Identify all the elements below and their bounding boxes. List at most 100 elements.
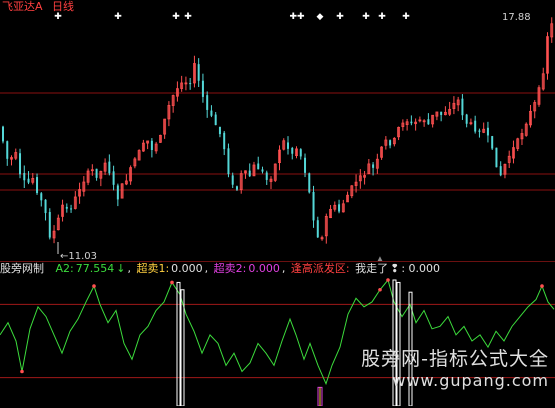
candle-body <box>65 206 68 209</box>
candle <box>341 199 345 213</box>
peak-dot-icon <box>170 280 174 285</box>
candle <box>495 147 498 168</box>
candle <box>36 173 39 195</box>
candle <box>456 96 460 112</box>
candle-body <box>474 120 477 132</box>
candle <box>206 91 209 118</box>
candle-body <box>206 95 209 110</box>
candle <box>124 174 128 186</box>
candle-body <box>461 98 464 116</box>
candle <box>137 149 141 161</box>
candle <box>363 170 366 185</box>
candle-body <box>223 132 226 150</box>
candle <box>512 140 515 164</box>
candle <box>392 137 396 147</box>
candle-body <box>112 171 115 185</box>
candle <box>214 112 217 126</box>
candle <box>452 96 456 115</box>
candle <box>248 163 251 178</box>
top-marker-icon: ✚ <box>402 12 410 22</box>
candle <box>401 119 405 131</box>
candle <box>210 105 213 118</box>
candle <box>120 183 124 199</box>
candle-body <box>40 193 43 201</box>
candle <box>82 176 86 197</box>
candle <box>320 235 324 241</box>
candle <box>70 204 73 213</box>
candle <box>358 169 362 189</box>
candle-body <box>23 172 26 181</box>
candle <box>257 156 260 170</box>
candle <box>299 148 302 160</box>
candle-body <box>338 204 341 212</box>
candle <box>14 148 18 161</box>
candle <box>78 182 81 204</box>
candle-body <box>95 168 98 178</box>
candle-body <box>257 163 260 170</box>
candle <box>546 32 549 80</box>
candle <box>133 157 137 169</box>
candle <box>389 139 392 149</box>
candle <box>184 76 188 91</box>
candle-body <box>316 220 319 238</box>
candle <box>486 121 489 143</box>
top-marker-icon: ✚ <box>336 12 344 22</box>
candle <box>167 101 171 127</box>
candle-body <box>6 141 9 159</box>
top-marker-icon: ✚✚ <box>289 12 305 22</box>
zou-icon: ❢ <box>390 262 400 275</box>
a2-label: A2: <box>55 262 74 275</box>
candle <box>418 116 422 123</box>
candle <box>48 208 51 240</box>
candle-body <box>372 164 375 168</box>
indicator-name[interactable]: 股旁网制 <box>0 262 44 275</box>
candle-body <box>486 127 489 136</box>
chaomai2-label: 超卖2: <box>213 262 247 275</box>
candle <box>503 163 507 179</box>
candle <box>244 170 247 179</box>
candle <box>524 122 528 137</box>
chaomai2-value: 0.000 <box>248 262 280 275</box>
candle <box>6 140 9 166</box>
candle-body <box>291 147 294 154</box>
candle <box>31 173 35 185</box>
candle <box>507 150 511 168</box>
candle <box>180 75 184 92</box>
candle <box>103 158 107 175</box>
watermark-url: www.gupang.com <box>392 371 549 390</box>
candle <box>56 214 60 231</box>
candle <box>223 130 226 156</box>
candle <box>269 176 273 190</box>
candle-body <box>312 191 315 221</box>
candle <box>550 17 554 43</box>
candle-body <box>261 169 264 172</box>
candle <box>52 225 56 244</box>
candlestick-chart[interactable]: ✚ ✚ ✚ ✚ ✚✚ ◆ ✚ ✚ ✚ ✚▲ <box>0 0 555 262</box>
candle-body <box>478 130 481 132</box>
candle <box>338 199 341 214</box>
candle <box>261 166 264 174</box>
candle <box>252 161 256 177</box>
candle-body <box>465 114 468 124</box>
candle <box>491 135 494 150</box>
candle <box>482 122 486 134</box>
chart-window[interactable]: ✚ ✚ ✚ ✚ ✚✚ ◆ ✚ ✚ ✚ ✚ ▲ 飞亚达A 日线 17.88 ←11.03 股旁网制 A… <box>0 0 555 408</box>
candle <box>154 141 158 154</box>
chart-title: 飞亚达A 日线 <box>2 0 74 13</box>
candle-body <box>218 126 221 135</box>
candle <box>333 201 337 212</box>
candle-body <box>44 199 47 214</box>
candle-body <box>19 153 22 175</box>
top-marker-icon: ✚ <box>54 12 62 22</box>
candle-body <box>48 212 51 238</box>
candle <box>474 115 477 134</box>
candle <box>95 168 98 181</box>
candle-body <box>189 83 192 85</box>
candle-body <box>27 178 30 183</box>
indicator-legend: 股旁网制 A2: 77.554 ↓, 超卖1: 0.000, 超卖2: 0.000, 逢… <box>0 262 441 275</box>
candle-body <box>308 173 311 193</box>
candle-body <box>491 136 494 149</box>
candle <box>537 85 541 107</box>
zou-label: 我走了 <box>355 262 389 275</box>
top-marker-icon: ✚ <box>114 12 122 22</box>
